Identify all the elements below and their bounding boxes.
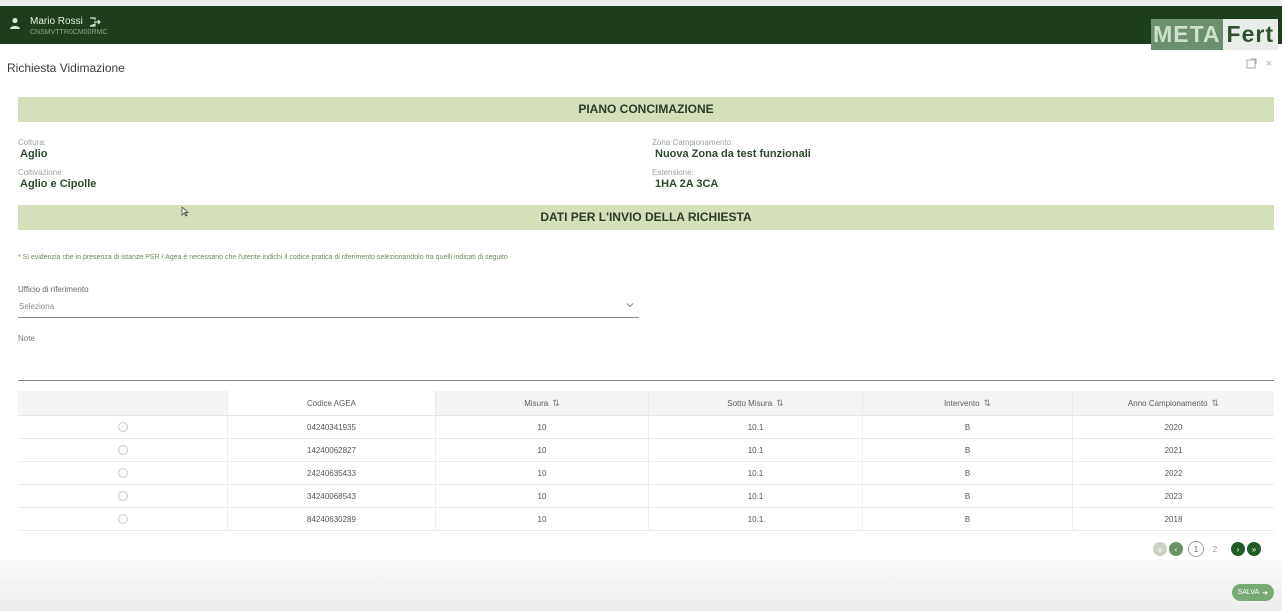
estensione-label: Estensione: (652, 168, 694, 177)
footer-bar (0, 560, 1282, 611)
cell-intervento: B (863, 416, 1073, 438)
col-intervento[interactable]: Intervento ⇅ (863, 391, 1073, 415)
top-bar: Mario Rossi CNSMVTTR0CM00RMC META Fert (0, 0, 1282, 50)
cell-intervento: B (863, 439, 1073, 461)
cell-sotto-misura: 10.1 (649, 508, 863, 530)
psr-agea-notice: * Si evidenzia che in presenza di istanz… (18, 254, 508, 261)
cell-anno: 2021 (1164, 445, 1183, 455)
col-codice-agea: Codice AGEA (228, 391, 436, 415)
cell-codice: 34240068543 (228, 485, 436, 507)
cell-anno: 2022 (1164, 468, 1183, 478)
cell-sotto-misura: 10.1 (649, 485, 863, 507)
prev-page-button[interactable]: ‹ (1169, 542, 1183, 556)
user-code: CNSMVTTR0CM00RMC (30, 29, 108, 36)
cell-codice: 04240341935 (228, 416, 436, 438)
cell-intervento: B (863, 462, 1073, 484)
pagination: « ‹ 1 2 › » (1153, 541, 1261, 557)
mouse-cursor-icon (181, 207, 189, 217)
page-1-button[interactable]: 1 (1188, 541, 1204, 557)
row-radio[interactable] (117, 514, 128, 524)
coltivazione-value: Aglio e Cipolle (20, 178, 97, 190)
col-anno-campionamento[interactable]: Anno Campionamento ⇅ (1073, 391, 1274, 415)
cell-misura: 10 (436, 462, 649, 484)
first-page-button[interactable]: « (1153, 542, 1167, 556)
arrow-right-icon: ➜ (1262, 589, 1268, 597)
row-radio[interactable] (117, 491, 128, 501)
page-2-button[interactable]: 2 (1209, 542, 1221, 556)
table-row[interactable]: 84240630289 10 10.1 B 2018 (18, 508, 1274, 531)
col-misura[interactable]: Misura ⇅ (436, 391, 649, 415)
coltura-label: Coltura: (18, 138, 47, 147)
sort-icon[interactable]: ⇅ (776, 398, 784, 409)
cell-anno: 2020 (1164, 422, 1183, 432)
last-page-button[interactable]: » (1247, 542, 1261, 556)
agea-table: Codice AGEA Misura ⇅ Sotto Misura ⇅ Interv… (18, 391, 1274, 531)
coltivazione-label: Coltivazione: (18, 168, 64, 177)
sort-icon[interactable]: ⇅ (552, 398, 560, 409)
cell-misura: 10 (436, 439, 649, 461)
expand-icon[interactable] (1246, 58, 1257, 69)
cell-misura: 10 (436, 416, 649, 438)
section-dati-richiesta: DATI PER L'INVIO DELLA RICHIESTA (18, 205, 1274, 230)
cell-anno: 2023 (1164, 491, 1183, 501)
ufficio-label: Ufficio di riferimento (18, 285, 89, 294)
cell-sotto-misura: 10.1 (649, 416, 863, 438)
chevron-down-icon (626, 303, 634, 308)
note-textarea[interactable] (18, 346, 1274, 381)
note-label: Note (18, 334, 35, 343)
table-row[interactable]: 14240062827 10 10.1 B 2021 (18, 439, 1274, 462)
save-label: SALVA (1237, 589, 1260, 596)
cell-misura: 10 (436, 508, 649, 530)
logout-icon[interactable] (89, 16, 101, 28)
cell-anno: 2018 (1164, 514, 1183, 524)
cell-codice: 14240062827 (228, 439, 436, 461)
page-title: Richiesta Vidimazione (7, 61, 125, 75)
cell-sotto-misura: 10.1 (649, 462, 863, 484)
cell-sotto-misura: 10.1 (649, 439, 863, 461)
next-page-button[interactable]: › (1231, 542, 1245, 556)
close-icon[interactable]: × (1266, 58, 1272, 70)
sort-icon[interactable]: ⇅ (1212, 398, 1220, 409)
zona-value: Nuova Zona da test funzionali (655, 148, 811, 160)
cell-codice: 24240635433 (228, 462, 436, 484)
sort-icon[interactable]: ⇅ (984, 398, 992, 409)
cell-misura: 10 (436, 485, 649, 507)
table-row[interactable]: 34240068543 10 10.1 B 2023 (18, 485, 1274, 508)
page-header: Richiesta Vidimazione × (0, 44, 1282, 92)
col-sotto-misura[interactable]: Sotto Misura ⇅ (649, 391, 863, 415)
section-piano-concimazione: PIANO CONCIMAZIONE (18, 97, 1274, 122)
estensione-value: 1HA 2A 3CA (655, 178, 719, 190)
col-select (18, 391, 228, 415)
cell-codice: 84240630289 (228, 508, 436, 530)
cell-intervento: B (863, 508, 1073, 530)
row-radio[interactable] (117, 468, 128, 478)
row-radio[interactable] (117, 422, 128, 432)
coltura-value: Aglio (20, 148, 48, 160)
ufficio-select[interactable]: Seleziona (18, 296, 639, 318)
table-row[interactable]: 24240635433 10 10.1 B 2022 (18, 462, 1274, 485)
ufficio-placeholder: Seleziona (19, 302, 55, 311)
cell-intervento: B (863, 485, 1073, 507)
table-row[interactable]: 04240341935 10 10.1 B 2020 (18, 416, 1274, 439)
zona-label: Zona Campionamento: (652, 138, 734, 147)
user-icon (10, 17, 20, 29)
table-header: Codice AGEA Misura ⇅ Sotto Misura ⇅ Interv… (18, 391, 1274, 416)
save-button[interactable]: SALVA ➜ (1231, 584, 1274, 601)
row-radio[interactable] (117, 445, 128, 455)
